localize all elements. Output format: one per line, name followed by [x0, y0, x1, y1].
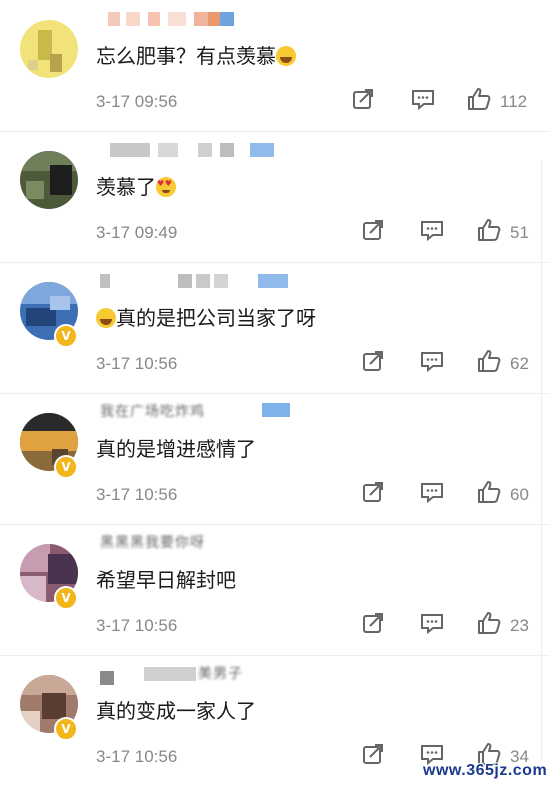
username-redacted[interactable]: 美男子 [100, 665, 300, 687]
comment-actions: 23 [0, 610, 550, 640]
comment-actions: 112 [0, 86, 550, 116]
scroll-edge [541, 160, 548, 760]
comment-text: 真的是增进感情了 [96, 437, 256, 461]
comment-text-content: 真的是把公司当家了呀 [116, 306, 316, 330]
comment-text: 真的变成一家人了 [96, 699, 256, 723]
comment-actions: 60 [0, 479, 550, 509]
comment-icon[interactable] [419, 610, 445, 636]
verified-badge-icon: V [54, 324, 78, 348]
username-redacted[interactable]: 我在广场吃炸鸡 [100, 403, 300, 425]
thumbs-up-icon[interactable] [476, 610, 502, 636]
comment-icon[interactable] [410, 86, 436, 112]
share-icon[interactable] [360, 217, 386, 243]
avatar[interactable] [20, 20, 78, 78]
share-icon[interactable] [360, 479, 386, 505]
username-redacted[interactable] [100, 141, 300, 163]
comment-actions: 62 [0, 348, 550, 378]
laughing-emoji-icon [96, 308, 116, 328]
comment-actions: 51 [0, 217, 550, 247]
comment-text: 忘么肥事？有点羡慕 [96, 40, 296, 69]
comment-icon[interactable] [419, 217, 445, 243]
share-icon[interactable] [350, 86, 376, 112]
comment-icon[interactable] [419, 479, 445, 505]
heart-eyes-emoji-icon [156, 177, 176, 197]
thumbs-up-icon[interactable] [466, 86, 492, 112]
avatar[interactable] [20, 151, 78, 209]
verified-badge-icon: V [54, 586, 78, 610]
like-count: 112 [500, 92, 528, 111]
share-icon[interactable] [360, 610, 386, 636]
thumbs-up-icon[interactable] [476, 348, 502, 374]
username-text: 我在广场吃炸鸡 [100, 404, 205, 420]
username-text: 美男子 [198, 666, 243, 682]
username-redacted[interactable] [100, 272, 300, 294]
watermark: www.365jz.com [423, 762, 548, 779]
laughing-emoji-icon [276, 46, 296, 66]
comment-text: 真的是把公司当家了呀 [96, 302, 316, 331]
comment-item[interactable]: 真的是把公司当家了呀 3-17 10:56 62 [0, 262, 550, 593]
thumbs-up-icon[interactable] [476, 479, 502, 505]
like-count: 60 [510, 485, 529, 504]
like-count: 51 [510, 223, 529, 242]
comment-item[interactable]: 我在广场吃炸鸡 真的是增进感情了 3-17 10:56 60 [0, 393, 550, 525]
comment-item[interactable]: 忘么肥事？有点羡慕 3-17 09:56 112 [0, 0, 550, 132]
verified-badge-icon: V [54, 717, 78, 741]
comment-text: 羡慕了 [96, 171, 176, 200]
username-redacted[interactable]: 黑黑黑我要你呀 [100, 534, 300, 556]
verified-badge-icon: V [54, 455, 78, 479]
share-icon[interactable] [360, 348, 386, 374]
comment-item[interactable]: 黑黑黑我要你呀 希望早日解封吧 3-17 10:56 23 [0, 524, 550, 656]
username-redacted[interactable] [100, 10, 300, 32]
thumbs-up-icon[interactable] [476, 217, 502, 243]
comment-item[interactable]: 羡慕了 3-17 09:49 51 [0, 131, 550, 263]
comment-text-content: 羡慕了 [96, 175, 156, 199]
like-count: 23 [510, 616, 529, 635]
share-icon[interactable] [360, 741, 386, 767]
like-count: 62 [510, 354, 529, 373]
comment-text-content: 忘么肥事？有点羡慕 [96, 44, 276, 68]
username-text: 黑黑黑我要你呀 [100, 535, 205, 551]
comment-text: 希望早日解封吧 [96, 568, 236, 592]
comment-icon[interactable] [419, 348, 445, 374]
